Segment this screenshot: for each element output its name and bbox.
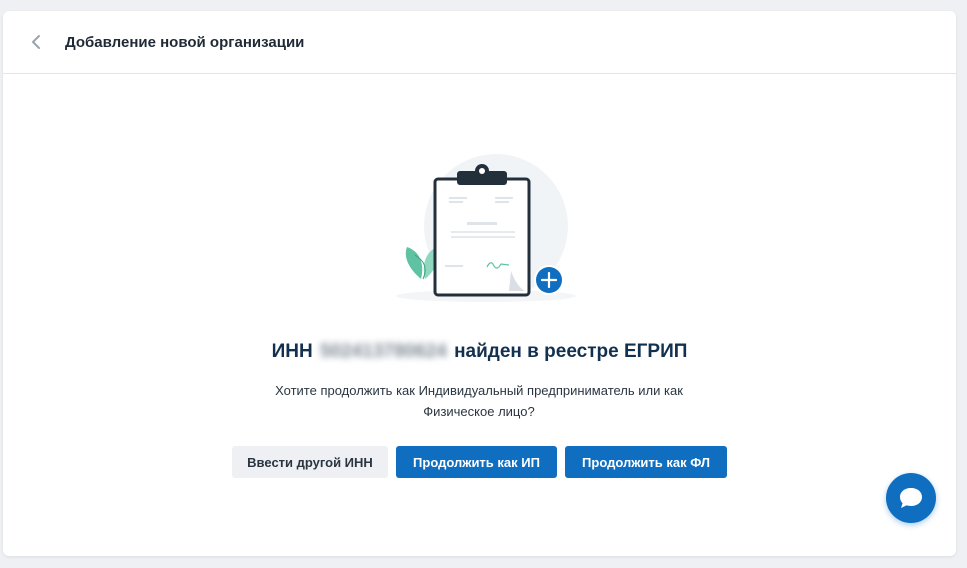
question-text: Хотите продолжить как Индивидуальный пре… xyxy=(229,380,729,422)
chat-button[interactable] xyxy=(886,473,936,523)
question-line-1: Хотите продолжить как Индивидуальный пре… xyxy=(275,383,683,398)
clipboard-illustration xyxy=(396,154,576,302)
back-button[interactable] xyxy=(24,30,48,54)
action-buttons: Ввести другой ИНН Продолжить как ИП Прод… xyxy=(232,446,727,478)
heading-suffix: найден в реестре ЕГРИП xyxy=(454,341,688,362)
chat-bubble-icon xyxy=(900,488,922,508)
question-line-2: Физическое лицо? xyxy=(423,404,535,419)
inn-value: 502413780624 xyxy=(319,341,447,362)
page-header: Добавление новой организации xyxy=(3,11,956,74)
continue-as-ip-button[interactable]: Продолжить как ИП xyxy=(396,446,557,478)
result-heading: ИНН 502413780624 найден в реестре ЕГРИП xyxy=(3,341,956,363)
page-title: Добавление новой организации xyxy=(65,33,305,51)
chevron-left-icon xyxy=(32,35,40,49)
main-card: Добавление новой организации ИНН 5024137… xyxy=(3,11,956,556)
heading-prefix: ИНН xyxy=(271,341,313,362)
enter-other-inn-button[interactable]: Ввести другой ИНН xyxy=(232,446,388,478)
continue-as-fl-button[interactable]: Продолжить как ФЛ xyxy=(565,446,727,478)
